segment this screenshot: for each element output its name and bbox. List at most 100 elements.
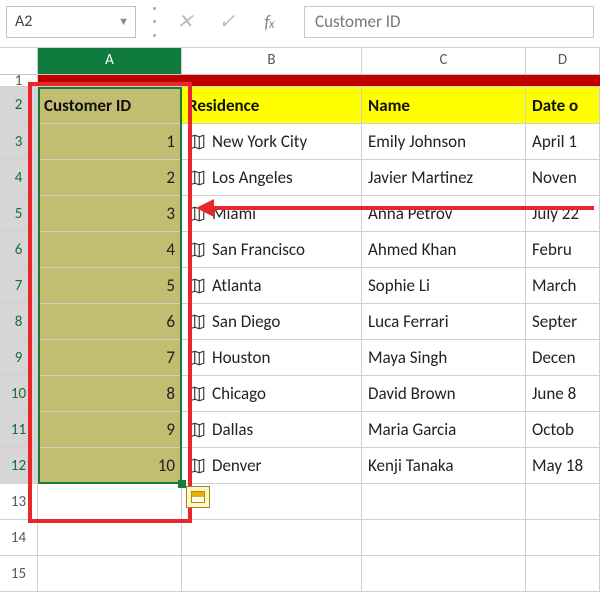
cell[interactable]: Septer [526,304,600,339]
cell[interactable] [182,75,362,86]
worksheet[interactable]: A B C D 1 2 Customer ID Residence Name D… [0,48,600,592]
cell[interactable]: Denver [182,448,362,483]
cell[interactable]: 8 [38,376,182,411]
row-header[interactable]: 7 [0,268,38,303]
row-header[interactable]: 2 [0,87,38,123]
cell[interactable] [526,520,600,555]
table-row: 119 Dallas Maria GarciaOctob [0,412,600,448]
cell[interactable] [526,75,600,86]
col-header-A[interactable]: A [38,48,182,74]
cell[interactable] [38,556,182,591]
formula-bar-divider [152,7,156,37]
cell[interactable] [182,556,362,591]
row-header[interactable]: 14 [0,520,38,555]
fx-icon[interactable]: fx [256,11,282,33]
row-header[interactable]: 4 [0,160,38,195]
row-header[interactable]: 3 [0,124,38,159]
cell[interactable]: Miami [182,196,362,231]
map-icon [188,133,206,151]
cell[interactable]: Anna Petrov [362,196,526,231]
col-header-C[interactable]: C [362,48,526,74]
cell[interactable]: Decen [526,340,600,375]
table-row: 31New York CityEmily JohnsonApril 1 [0,124,600,160]
table-row: 64San FranciscoAhmed KhanFebru [0,232,600,268]
chevron-down-icon[interactable]: ▼ [118,15,129,28]
cell[interactable] [362,556,526,591]
cell[interactable]: David Brown [362,376,526,411]
cell[interactable] [38,520,182,555]
cell[interactable]: New York City [182,124,362,159]
cell[interactable]: San Francisco [182,232,362,267]
cell[interactable] [38,484,182,519]
name-box[interactable]: A2 ▼ [6,6,136,38]
formula-input[interactable]: Customer ID [304,6,594,38]
cell[interactable]: Chicago [182,376,362,411]
cell[interactable] [182,520,362,555]
cell[interactable]: Luca Ferrari [362,304,526,339]
autofill-options-button[interactable] [186,486,210,508]
cell[interactable]: 4 [38,232,182,267]
col-header-B[interactable]: B [182,48,362,74]
row-header[interactable]: 10 [0,376,38,411]
cell[interactable]: San Diego [182,304,362,339]
cell[interactable]: May 18 [526,448,600,483]
cell[interactable]: 3 [38,196,182,231]
cell[interactable]: Maya Singh [362,340,526,375]
cell[interactable]: July 22 [526,196,600,231]
cell[interactable]: 6 [38,304,182,339]
cell-text: Chicago [212,383,266,404]
cell[interactable]: 7 [38,340,182,375]
cell[interactable]: Noven [526,160,600,195]
row-header[interactable]: 11 [0,412,38,447]
cell[interactable]: 1 [38,124,182,159]
cell[interactable]: 9 [38,412,182,447]
cell[interactable]: 10 [38,448,182,483]
cell[interactable]: Houston [182,340,362,375]
cell[interactable]: Octob [526,412,600,447]
cell[interactable]: Ahmed Khan [362,232,526,267]
cell-header-D[interactable]: Date o [526,87,600,123]
cell[interactable] [38,75,182,86]
row-header[interactable]: 15 [0,556,38,591]
map-icon [188,205,206,223]
cell[interactable] [526,484,600,519]
cell[interactable]: June 8 [526,376,600,411]
cell-header-C[interactable]: Name [362,87,526,123]
cell[interactable]: Febru [526,232,600,267]
cell[interactable]: Maria Garcia [362,412,526,447]
cell[interactable]: 2 [38,160,182,195]
row-header[interactable]: 1 [0,75,38,86]
row-header[interactable]: 9 [0,340,38,375]
row-header[interactable]: 5 [0,196,38,231]
row-header[interactable]: 13 [0,484,38,519]
cell[interactable]: Los Angeles [182,160,362,195]
cell[interactable]: Emily Johnson [362,124,526,159]
cell-text: Miami [212,203,256,224]
row-header[interactable]: 12 [0,448,38,483]
cell[interactable]: Kenji Tanaka [362,448,526,483]
cell[interactable]: April 1 [526,124,600,159]
row-header[interactable]: 8 [0,304,38,339]
cell[interactable]: Sophie Li [362,268,526,303]
map-icon [188,169,206,187]
cell[interactable] [362,484,526,519]
cell-header-B[interactable]: Residence [182,87,362,123]
cell[interactable]: 5 [38,268,182,303]
cell[interactable]: Dallas [182,412,362,447]
cell[interactable]: March [526,268,600,303]
cell[interactable] [362,75,526,86]
cell[interactable] [362,520,526,555]
cell[interactable]: Atlanta [182,268,362,303]
cell[interactable] [526,556,600,591]
col-header-D[interactable]: D [526,48,600,74]
cell-text: Denver [212,455,261,476]
table-row: 1 [0,75,600,87]
row-header[interactable]: 6 [0,232,38,267]
cell[interactable]: Javier Martinez [362,160,526,195]
table-row: 2 Customer ID Residence Name Date o [0,87,600,124]
select-all-corner[interactable] [0,48,38,74]
cell-header-A[interactable]: Customer ID [38,87,182,123]
cell-text: Atlanta [212,275,262,296]
cell-text: Dallas [212,419,253,440]
table-row: 86San DiegoLuca FerrariSepter [0,304,600,340]
